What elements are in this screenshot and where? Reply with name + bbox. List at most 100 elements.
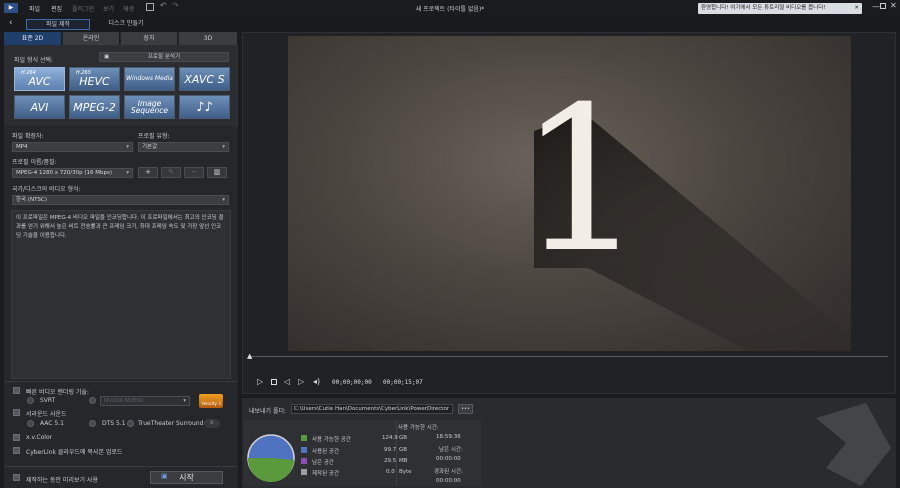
file-extension-label: 파일 확장자: [12, 133, 44, 140]
elapsed-time-value: 00:00:00 [436, 478, 461, 484]
maximize-icon[interactable] [880, 3, 886, 9]
used-unit: GB [399, 447, 408, 453]
truetheater-settings-icon[interactable]: ⚙ [204, 419, 220, 428]
watermark-shape [816, 403, 891, 486]
options-divider [4, 381, 238, 382]
decorative-logo-watermark [816, 403, 891, 486]
cloud-upload-label: CyberLink 클라우드에 복사본 업로드 [26, 449, 123, 456]
menu-playback[interactable]: 재생 [123, 4, 134, 13]
music-note-icon: ♪♪ [196, 99, 213, 115]
format-xavcs-button[interactable]: XAVC S [179, 67, 230, 91]
format-audio-button[interactable]: ♪♪ [179, 95, 230, 119]
format-mpeg2-button[interactable]: MPEG-2 [69, 95, 120, 119]
format-name: AVC [28, 75, 51, 88]
xvcolor-checkbox[interactable] [13, 434, 20, 441]
surround-checkbox[interactable] [13, 409, 20, 416]
remaining-time-label: 남은 시간: [439, 447, 463, 453]
start-button[interactable]: ▣ 시작 [150, 471, 223, 484]
remaining-unit: MB [399, 458, 408, 464]
format-hevc-button[interactable]: H.265 HEVC [69, 67, 120, 91]
format-image-sequence-button[interactable]: Image Sequence [124, 95, 175, 119]
scrubber-handle[interactable]: ▲ [247, 352, 252, 360]
produce-file-tab[interactable]: 파일 제작 [26, 19, 90, 30]
file-extension-select[interactable]: MP4 [12, 142, 133, 152]
format-avc-button[interactable]: H.264 AVC [14, 67, 65, 91]
prev-frame-icon[interactable]: ◁ [284, 377, 290, 386]
surround-label: 서라운드 사운드 [26, 411, 67, 418]
menu-file[interactable]: 파일 [29, 4, 40, 13]
tab-online[interactable]: 온라인 [63, 32, 120, 45]
welcome-text: 환영합니다! 여기에서 모든 튜토리얼 비디오를 봅니다! [701, 5, 826, 11]
export-path-input[interactable]: C:\Users\Cutie Han\Documents\CyberLink\P… [291, 404, 453, 414]
svrt-radio[interactable] [27, 397, 34, 404]
volume-icon[interactable]: ◂) [313, 377, 320, 386]
disk-usage-pie-chart [247, 434, 295, 483]
profile-quality-label: 프로필 이름/품질: [12, 159, 57, 166]
play-icon[interactable]: ▷ [257, 377, 263, 386]
region-label: 국가/디스크의 비디오 형식: [12, 186, 81, 193]
pie-available [247, 458, 294, 483]
profile-description: 이 프로파일은 MPEG-4 비디오 파일을 인코딩합니다. 이 프로파일에서는… [11, 210, 231, 379]
next-frame-icon[interactable]: ▷ [298, 377, 304, 386]
profile-analyzer-button[interactable]: ▣ 프로필 분석기 [99, 52, 229, 62]
profile-type-label: 프로필 유형: [138, 133, 170, 140]
format-wmv-button[interactable]: Windows Media [124, 67, 175, 91]
profile-type-select[interactable]: 기본값 [138, 142, 229, 152]
profile-quality-select[interactable]: MPEG-4 1280 x 720/30p (16 Mbps) [12, 168, 133, 178]
fast-render-checkbox[interactable] [13, 387, 20, 394]
format-name: XAVC S [184, 72, 225, 86]
velocity-badge: Velocity 3 [199, 394, 223, 408]
hw-encoder-radio[interactable] [89, 397, 96, 404]
profile-analyzer-label: 프로필 분석기 [147, 54, 181, 60]
profile-details-button[interactable]: ▥ [207, 167, 227, 178]
undo-icon[interactable]: ↶ [160, 1, 167, 10]
tab-standard-2d[interactable]: 표준 2D [4, 32, 62, 45]
close-banner-icon[interactable]: ✕ [854, 3, 859, 14]
add-profile-button[interactable]: + [138, 167, 158, 178]
countdown-numeral: 1 [518, 64, 646, 297]
window-title: 새 프로젝트 (타이틀 없음)* [415, 6, 485, 13]
svrt-label: SVRT [40, 397, 56, 404]
xvcolor-label: x.v.Color [26, 434, 53, 441]
remove-profile-button[interactable]: − [184, 167, 204, 178]
save-icon[interactable] [146, 3, 154, 11]
export-folder-label: 내보내기 폴더: [249, 408, 287, 415]
available-time-label: 사용 가능한 시간: [398, 425, 439, 431]
edit-profile-button[interactable]: ✎ [161, 167, 181, 178]
menu-view[interactable]: 보기 [103, 4, 114, 13]
tab-3d[interactable]: 3D [179, 32, 238, 45]
dts-label: DTS 5.1 [102, 420, 126, 427]
tab-device[interactable]: 장치 [121, 32, 178, 45]
format-avi-button[interactable]: AVI [14, 95, 65, 119]
hw-encoder-select[interactable]: NVIDIA NVENC [100, 396, 190, 406]
format-name: AVI [30, 100, 49, 114]
dts-radio[interactable] [89, 420, 96, 427]
format-name: HEVC [79, 75, 110, 88]
create-disc-tab[interactable]: 디스크 만들기 [96, 19, 156, 30]
export-info-panel: 내보내기 폴더: C:\Users\Cutie Han\Documents\Cy… [242, 398, 896, 488]
truetheater-radio[interactable] [127, 420, 134, 427]
minimize-icon[interactable]: — [872, 2, 880, 11]
browse-button[interactable]: ••• [458, 404, 473, 414]
menu-edit[interactable]: 편집 [51, 4, 62, 13]
back-icon[interactable]: ‹ [9, 18, 13, 28]
welcome-banner[interactable]: 환영합니다! 여기에서 모든 튜토리얼 비디오를 봅니다! ✕ [698, 3, 862, 14]
redo-icon[interactable]: ↷ [172, 1, 179, 10]
timeline-scrubber[interactable] [248, 356, 888, 357]
stop-icon[interactable] [271, 379, 277, 385]
total-time: 00;00;15;07 [383, 379, 423, 386]
produced-value: 0.0 [386, 469, 395, 475]
current-time: 00;00;00;00 [332, 379, 372, 386]
video-preview: 1 [288, 36, 851, 351]
menu-plugins[interactable]: 플러그인 [72, 4, 94, 13]
remaining-time-value: 00:00:00 [436, 456, 461, 462]
region-select[interactable]: 한국 (NTSC) [12, 195, 229, 205]
legend-remaining-label: 남은 공간 [312, 460, 334, 466]
preview-checkbox[interactable] [13, 474, 20, 481]
format-name: Windows Media [126, 75, 173, 82]
cloud-upload-checkbox[interactable] [13, 447, 20, 454]
legend-used-swatch [301, 447, 307, 453]
available-value: 124.9 [382, 435, 398, 441]
close-icon[interactable]: ✕ [890, 1, 897, 10]
aac-radio[interactable] [27, 420, 34, 427]
